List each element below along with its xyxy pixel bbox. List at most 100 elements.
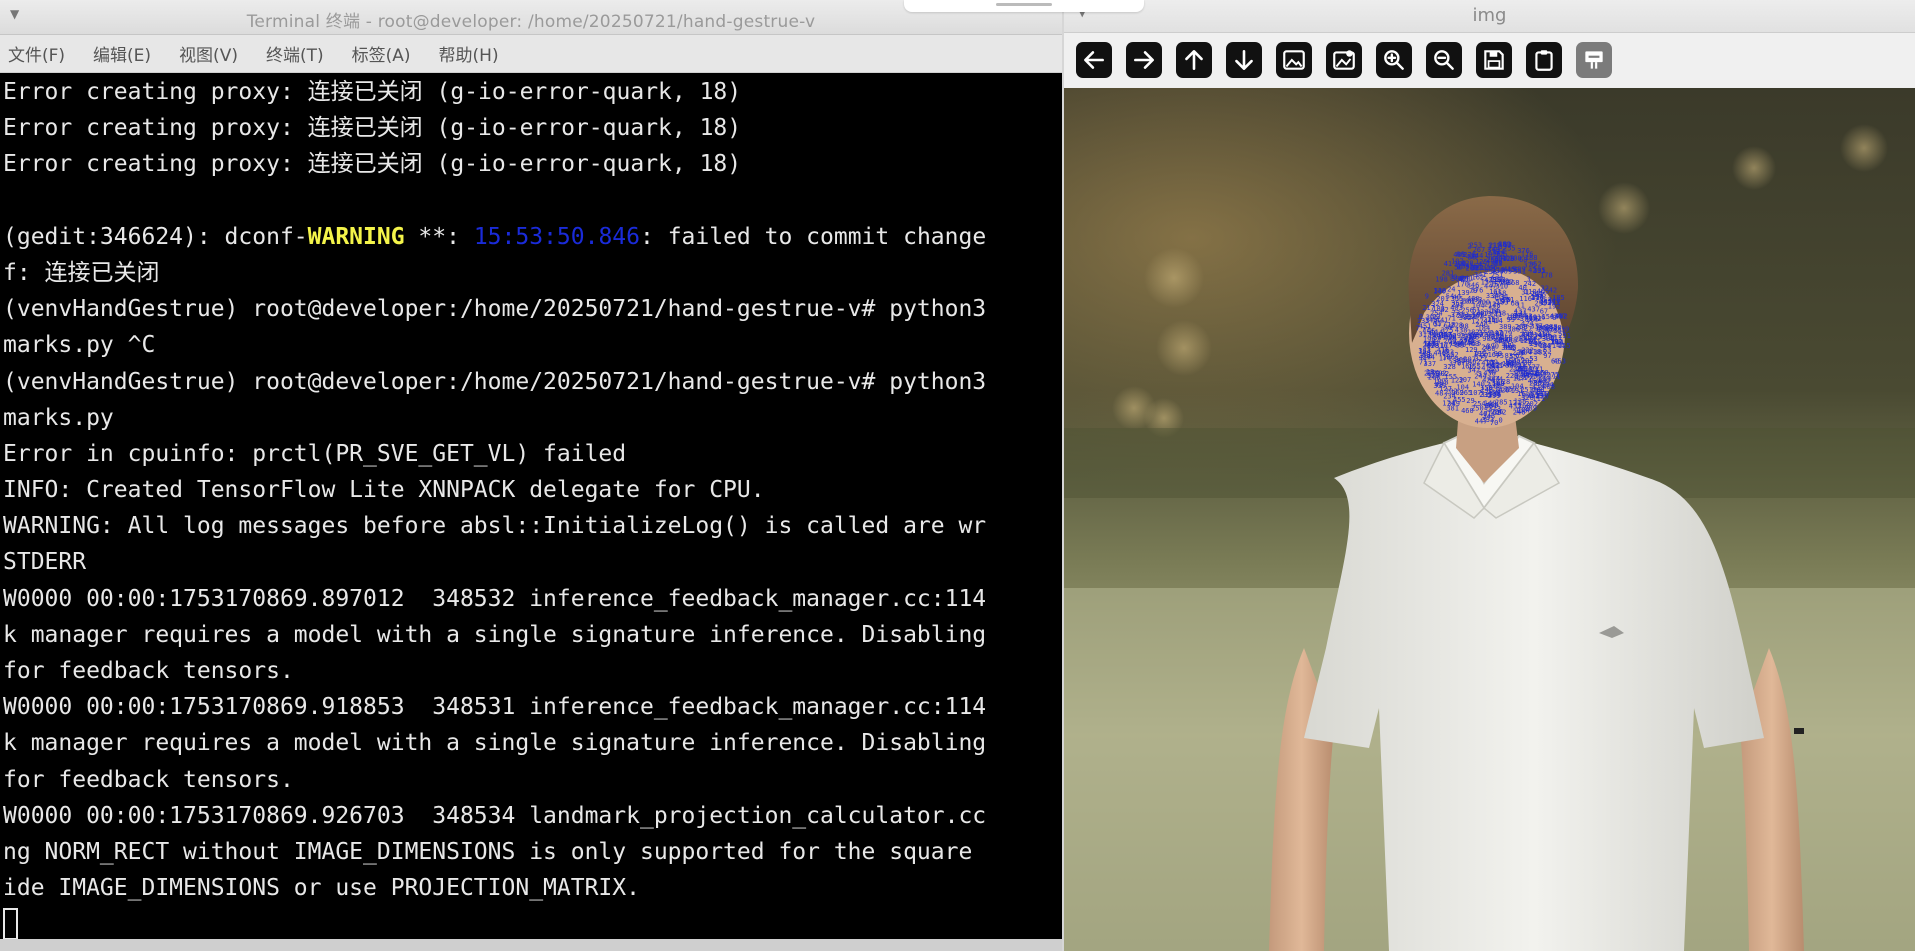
window-drag-handle[interactable]	[904, 0, 1144, 12]
image-canvas[interactable]: 54 236 275 365 233 73 82 453 447 257 79 108 71 163 111…	[1064, 88, 1915, 951]
image-viewer-toolbar	[1064, 33, 1915, 87]
down-arrow-icon	[1235, 50, 1253, 70]
landmark-point: 61	[1472, 307, 1480, 315]
landmark-point: 141	[1490, 311, 1503, 319]
landmark-point: 50	[1494, 256, 1502, 264]
landmark-point: 44	[1432, 338, 1440, 346]
landmark-point: 149	[1484, 400, 1497, 408]
landmark-point: 170	[1456, 281, 1469, 289]
landmark-point: 98	[1460, 322, 1468, 330]
clipboard-button[interactable]	[1526, 42, 1562, 78]
landmark-point: 104	[1511, 382, 1524, 390]
zoom-out-button[interactable]	[1426, 42, 1462, 78]
terminal-line: for feedback tensors.	[3, 766, 294, 793]
save-button[interactable]	[1476, 42, 1512, 78]
landmark-point: 184	[1478, 325, 1491, 333]
terminal-line: (venvHandGestrue) root@developer:/home/2…	[3, 296, 987, 323]
landmark-point: 353	[1539, 297, 1552, 305]
landmark-point: 189	[1485, 358, 1498, 366]
menu-help[interactable]: 帮助(H)	[439, 41, 499, 66]
landmark-point: 121	[1509, 399, 1522, 407]
terminal-text-segment: WARNING	[307, 223, 405, 250]
terminal-titlebar[interactable]: ▼ Terminal 终端 - root@developer: /home/20…	[0, 0, 1062, 35]
landmark-point: 160	[1536, 369, 1549, 377]
image-settings-button[interactable]	[1326, 42, 1362, 78]
landmark-point: 35	[1456, 342, 1464, 350]
landmark-point: 242	[1523, 280, 1536, 288]
menu-file[interactable]: 文件(F)	[8, 41, 65, 66]
zoom-in-icon	[1384, 50, 1404, 70]
landmark-point: 31	[1521, 288, 1529, 296]
back-button[interactable]	[1076, 42, 1112, 78]
landmark-point: 433	[1493, 294, 1506, 302]
landmark-point: 236	[1536, 392, 1549, 400]
image-viewer-window[interactable]: ▼ img 54 236 275 365 233 73 82 453 447 2…	[1064, 0, 1915, 951]
terminal-line: k manager requires a model with a single…	[3, 621, 987, 648]
terminal-bottom-bar	[0, 939, 1062, 951]
properties-icon	[1585, 51, 1603, 69]
terminal-text-segment: (gedit:346624): dconf-	[3, 223, 308, 250]
down-button[interactable]	[1226, 42, 1262, 78]
forward-button[interactable]	[1126, 42, 1162, 78]
landmark-point: 392	[1504, 344, 1517, 352]
landmark-point: 0	[1419, 313, 1423, 321]
up-button[interactable]	[1176, 42, 1212, 78]
terminal-line: Error creating proxy: 连接已关闭 (g-io-error-…	[3, 151, 742, 178]
terminal-line: marks.py ^C	[3, 332, 156, 359]
menu-edit[interactable]: 编辑(E)	[93, 41, 151, 66]
terminal-line: INFO: Created TensorFlow Lite XNNPACK de…	[3, 477, 765, 504]
properties-button[interactable]	[1576, 42, 1612, 78]
landmark-point: 160	[1461, 363, 1474, 371]
terminal-text-segment: **:	[404, 223, 474, 250]
landmark-point: 7	[1416, 325, 1420, 333]
menu-terminal[interactable]: 终端(T)	[266, 41, 324, 66]
landmark-point: 154	[1418, 348, 1431, 356]
terminal-cursor	[3, 908, 18, 939]
image-viewer-titlebar[interactable]: ▼ img	[1064, 0, 1915, 33]
image-viewer-title: img	[1472, 5, 1507, 26]
landmark-point: 93	[1494, 350, 1502, 358]
terminal-line: f: 连接已关闭	[3, 259, 160, 286]
terminal-line: (gedit:346624): dconf-WARNING **: 15:53:…	[3, 219, 1062, 255]
landmark-point: 426	[1467, 334, 1480, 342]
terminal-line: W0000 00:00:1753170869.926703 348534 lan…	[3, 802, 987, 829]
drag-handle-grip	[996, 3, 1052, 6]
landmark-point: 376	[1517, 247, 1530, 255]
forward-arrow-icon	[1134, 51, 1154, 69]
terminal-window[interactable]: ▼ Terminal 终端 - root@developer: /home/20…	[0, 0, 1062, 951]
terminal-line: for feedback tensors.	[3, 658, 294, 684]
landmark-point: 0	[1552, 314, 1556, 322]
zoom-in-button[interactable]	[1376, 42, 1412, 78]
landmark-point: 246	[1530, 340, 1543, 348]
landmark-point: 368	[1506, 362, 1519, 370]
terminal-line: (venvHandGestrue) root@developer:/home/2…	[3, 368, 987, 395]
menu-view[interactable]: 视图(V)	[179, 41, 238, 66]
landmark-point: 108	[1509, 255, 1522, 263]
menu-tabs[interactable]: 标签(A)	[352, 41, 411, 66]
landmark-point: 267	[1473, 246, 1486, 254]
clipboard-icon	[1535, 50, 1553, 71]
terminal-prompt-line[interactable]	[3, 906, 1062, 939]
terminal-line: W0000 00:00:1753170869.918853 348531 inf…	[3, 694, 987, 721]
landmark-point: 157	[1490, 280, 1503, 288]
landmark-point: 153	[1499, 241, 1512, 249]
terminal-line: marks.py	[3, 404, 114, 431]
terminal-output[interactable]: Error creating proxy: 连接已关闭 (g-io-error-…	[0, 74, 1062, 939]
landmark-point: 162	[1472, 274, 1485, 282]
landmark-point: 281	[1470, 264, 1483, 272]
terminal-line: Error creating proxy: 连接已关闭 (g-io-error-…	[3, 79, 742, 105]
landmark-point: 390	[1486, 343, 1499, 351]
zoom-out-icon	[1434, 50, 1454, 70]
landmark-point: 362	[1454, 260, 1467, 268]
up-arrow-icon	[1185, 50, 1203, 70]
landmark-point: 0	[1499, 417, 1503, 425]
landmark-point: 60	[1551, 358, 1559, 366]
landmark-point: 460	[1467, 295, 1480, 303]
landmark-point: 437	[1527, 306, 1540, 314]
landmark-point: 376	[1471, 287, 1484, 295]
landmark-point: 304	[1519, 349, 1532, 357]
image-button[interactable]	[1276, 42, 1312, 78]
landmark-point: 108	[1544, 333, 1557, 341]
landmark-point: 76	[1487, 334, 1495, 342]
